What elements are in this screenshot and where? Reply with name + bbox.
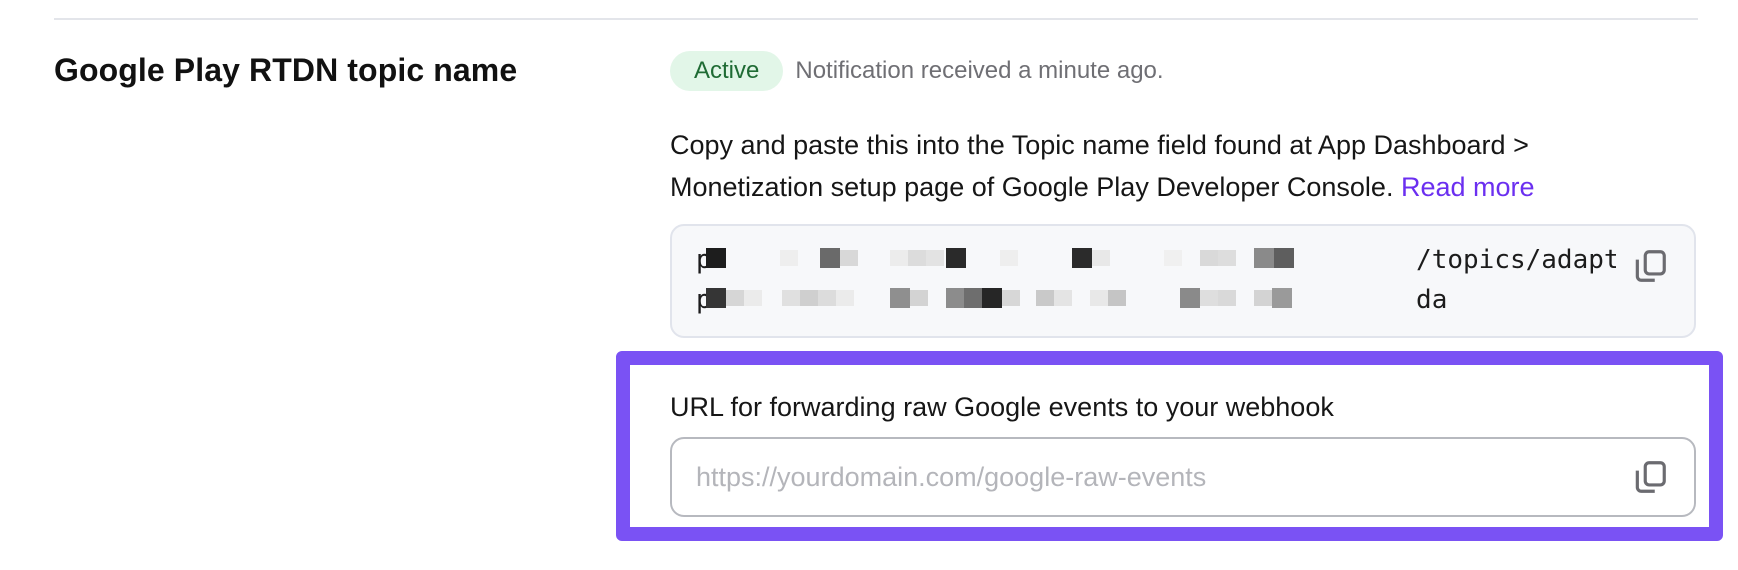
status-text: Notification received a minute ago. — [795, 57, 1164, 84]
topic-name-box: p /topics/adapty- p da — [670, 224, 1696, 338]
copy-icon — [1635, 461, 1666, 493]
webhook-url-input[interactable] — [696, 439, 1596, 515]
topic-name-value-line-2: p da — [696, 285, 1448, 315]
webhook-url-field — [670, 437, 1696, 517]
topic-description: Copy and paste this into the Topic name … — [670, 124, 1670, 208]
webhook-url-label: URL for forwarding raw Google events to … — [670, 392, 1334, 422]
copy-webhook-url-button[interactable] — [1630, 457, 1670, 497]
status-row: Active Notification received a minute ag… — [670, 51, 1164, 91]
topic-name-value-line-1: p /topics/adapty- — [696, 245, 1616, 275]
read-more-link[interactable]: Read more — [1401, 172, 1535, 202]
copy-topic-button[interactable] — [1630, 246, 1670, 286]
description-line-2-text: Monetization setup page of Google Play D… — [670, 172, 1401, 202]
description-line-2: Monetization setup page of Google Play D… — [670, 166, 1670, 208]
section-title: Google Play RTDN topic name — [54, 52, 518, 88]
status-badge: Active — [670, 51, 784, 91]
section-divider — [54, 18, 1698, 20]
topic-name-value: p /topics/adapty- p da — [696, 240, 1616, 320]
copy-icon — [1635, 250, 1666, 282]
description-line-1: Copy and paste this into the Topic name … — [670, 130, 1529, 160]
